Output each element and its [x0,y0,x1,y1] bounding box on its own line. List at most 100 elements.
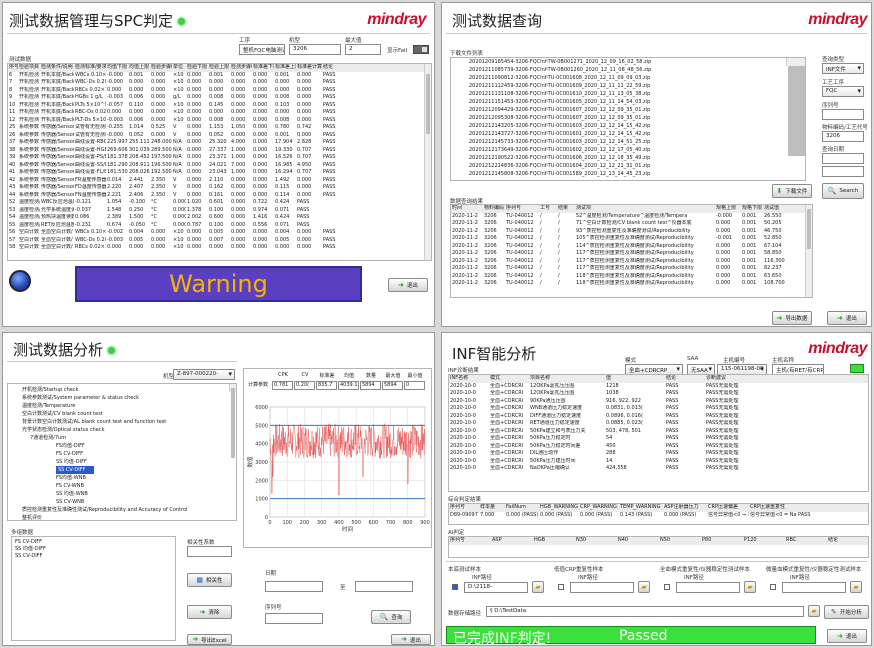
table-row[interactable]: 2020-11-2 3206 TU-040012 / / 118^质控检测重复性及准确度测… [451,280,812,288]
check-path-input[interactable] [782,582,846,593]
tree-item[interactable]: SS CV-WNB [12,498,236,506]
query-type-select[interactable]: INF文件 [822,63,864,74]
file-item[interactable]: 20201212173649-3206-FQCInf-TU-0C001602_2… [451,146,805,154]
multi-data-item[interactable]: FS CV-DIFF [15,539,172,546]
table-row[interactable]: 55温度检测/TempRET反应池温度-0.231 0.674 -0.050 °C 0.… [8,222,431,230]
check-box[interactable] [452,584,458,590]
search-button[interactable]: 🔍 Search [822,183,864,199]
table-row[interactable]: 2020-11-2 3206 TU-040012 / / 117^质控检测重复性及准确度测… [451,265,812,273]
serial-input[interactable] [265,613,323,624]
date-from-input[interactable] [822,153,864,164]
tree-item[interactable]: FS CV-WNB [12,482,236,490]
download-button[interactable]: ⬇ 下载文件 [772,184,812,198]
show-fail-toggle[interactable] [413,45,429,54]
table-row[interactable]: 2020-10-0 全血+CDRCRI 50KPa压力稳定时间差 450 PASS PAS… [449,443,868,451]
browse-folder-button[interactable]: ▰ [808,605,820,617]
table-row[interactable]: 39系统参数传感器/Sensor曲线设置-PS/B/181.378208.452… [8,154,431,162]
path-input[interactable]: § D:\TestData [486,606,804,617]
table-row[interactable]: 2020-11-2 3206 TU-040012 / / 71^空白计数检测/CV bla… [451,220,812,228]
multi-data-item[interactable]: SS CV-DIFF [15,553,172,560]
tree-item[interactable]: 整机评价 [12,514,236,520]
table-row[interactable]: 2020-10-0 全血+CDRCRI RET通道压力稳定速度 0.0885, 0.0… [449,420,868,428]
folder-button[interactable]: ▰ [532,581,544,593]
date-to-input[interactable] [355,581,413,592]
tree-item[interactable]: SS 均值-DIFF [12,458,236,466]
file-item[interactable]: 20201212094429-3206-FQCInf-TU-0C001607_2… [451,106,805,114]
material-input[interactable]: 3206 [822,131,864,142]
table-row[interactable]: 9 开机检测 开机本底/Back HGBs 1 g/L -0.003 0.006 0.000… [8,94,431,102]
table-row[interactable]: 2020-11-2 3206 TU-040012 / / 118^质控检测重复性及准确度测… [451,273,812,281]
station-select[interactable]: FQC [822,86,864,97]
check-box[interactable] [664,584,670,590]
tree-item[interactable]: FS均值-WNB [12,474,236,482]
exit-button[interactable]: ➜ 退出 [391,634,431,645]
table-row[interactable]: 42系统参数传感器/SensorFR温度传感器的0.014 2.441 2.350 V… [8,177,431,185]
table-row[interactable]: 40系统参数传感器/Sensor曲线设置-SS/B/181.290208.911… [8,162,431,170]
table-row[interactable]: 2020-10-0 全血+CDRCRI 50KPa压力稳定时 54 PASS PASS无需… [449,435,868,443]
table-row[interactable]: 2020-11-2 3206 TU-040012 / / 52^温度检测/Temperat… [451,213,812,221]
table-row[interactable]: 37 系统参数 传感器/Sensor 曲线设置-RBC/225.997 255.111 2… [8,139,431,147]
tree-item[interactable]: FS均值-DIFF [12,442,236,450]
exit-button[interactable]: ➜ 退出 [827,311,867,325]
tree-item[interactable]: FS CV-DIFF [12,450,236,458]
table-row[interactable]: 6 开机检测开机本底/BackWBCs 0.10×1-0.000 0.001 0.00… [8,72,431,80]
table-row[interactable]: 56空白计数全血空白计数/WBCs 0.10×1-0.002 0.004 0.000… [8,229,431,237]
start-analysis-button[interactable]: ✎ 开始分析 [824,605,869,619]
table-row[interactable]: 58空白计数全血空白计数/RBCs 0.02×1C0.0000.0000.000… [8,244,431,252]
tree-item[interactable]: 光学状态检测/Optical status check [12,426,236,434]
exit-button[interactable]: ➜ 退出 [827,629,867,643]
max-field[interactable]: 2 [345,44,381,55]
table-row[interactable]: 43系统参数传感器/SensorFD温度传感器的2.220 2.407 2.350 V… [8,184,431,192]
station-field[interactable]: 整机FQC电脑测试 [239,44,285,55]
correlation-button[interactable]: ▦ 相关性 [187,573,232,587]
table-row[interactable]: 38系统参数传感器/Sensor曲线设置-HGB/269.606301.0392… [8,147,431,155]
table-row[interactable]: 2020-11-2 3206 TU-040012 / / 117^质控检测重复性及准确度测… [451,258,812,266]
clear-button[interactable]: ➜ 清除 [187,605,232,619]
table-row[interactable]: 2020-10-0 全血+CDRCRI WNB通道压力稳定速度 0.0831, 0.0… [449,405,868,413]
exit-button[interactable]: ➜ 退出 [388,278,428,292]
tree-item[interactable]: 温度检测/Temperature [12,402,236,410]
export-excel-button[interactable]: ➜ 导出Excel [187,634,232,645]
table-row[interactable]: 2020-10-0 全血+CDRCRI DIL通压动作 288 PASS PASS无需处理 [449,450,868,458]
query-button[interactable]: 🔍 查询 [371,610,411,624]
table-row[interactable]: 2020-11-2 3206 TU-040012 / / 114^质控检测重复性及准确度测… [451,243,812,251]
file-item[interactable]: 20201211090812-3206-FQCInf-TU-0C001608_2… [451,74,805,82]
test-item-tree[interactable]: 开机检测/Startup check 系统参数测试/System paramete… [7,383,237,521]
table-row[interactable]: 2020-10-0 全血+CDRCRI 90KPa通压压围 916, 922, 922… [449,398,868,406]
tree-item[interactable]: 质控检测重复性及准确性测试/Reproducibility and Accura… [12,506,236,514]
tree-item[interactable]: 系统参数测试/System parameter & status check [12,394,236,402]
file-item[interactable]: 20201212095308-3206-FQCInf-TU-0C001607_2… [451,114,805,122]
file-item[interactable]: 20201211151453-3206-FQCInf-TU-0C001605_2… [451,98,805,106]
tree-scrollbar[interactable] [229,384,236,458]
check-path-input[interactable]: D:\2118- [464,582,528,593]
table-row[interactable]: 52温度检测/TempWBC反应池温度-0.121 1.054 -0.100 °C 0.… [8,199,431,207]
date-from-input[interactable] [265,581,323,592]
table-row[interactable]: 53温度检测/Temp光学系统温度读-0.037 1.548 0.250 °C 0.00… [8,207,431,215]
results-scrollbar[interactable] [805,205,812,297]
file-list[interactable]: 20201209185454-3206-FQCInf-TW-0B001271_2… [450,57,806,181]
file-item[interactable]: 20201211112459-3206-FQCInf-TU-0C001609_2… [451,82,805,90]
file-item[interactable]: 20201212190522-3206-FQCInf-TU-0C001606_2… [451,154,805,162]
table-row[interactable]: 7 开机检测 开机本底/Back WBC-Ds 0.20 -0.000 0.000 0.00… [8,79,431,87]
table-row[interactable]: 2020-10-0 全血+CDRCRI 12OKPa毫瓦压压围 1218 PASS PAS… [449,383,868,391]
table-row[interactable]: 25系统参数传感器/Sensor试管有无检测或-0.255 1.014 0.525 V… [8,124,431,132]
tree-item[interactable]: 背景计数空白计数测试/AL blank count test and funct… [12,418,236,426]
file-item[interactable]: 20201211085739-3206-FQCInf-TW-0B001260_2… [451,66,805,74]
folder-button[interactable]: ▰ [638,581,650,593]
file-item[interactable]: 20201212214836-3206-FQCInf-TU-0C001604_2… [451,162,805,170]
multi-data-item[interactable]: SS 均值-DIFF [15,546,172,553]
export-data-button[interactable]: ➜ 导出数据 [772,311,812,325]
table-row[interactable]: 2020-10-0 全血+CDRCRI 50KPa压力建压时间 14 PASS PASS无… [449,458,868,466]
table-row[interactable]: 41 系统参数 传感器/Sensor 曲线设置-FL/B/181.530 208.026… [8,169,431,177]
table-row[interactable]: 57 空白计数 全血空白计数/WBC-Ds 0.20 -0.003 0.005 0.000… [8,237,431,245]
model-field[interactable]: 3206 [289,44,341,55]
file-item[interactable]: 20201212145808-3206-FQCInf-TU-0C001589_2… [451,170,805,178]
file-item[interactable]: 20201212143205-3206-FQCInf-TU-0C001603_2… [451,122,805,130]
file-item[interactable]: 20201209185454-3206-FQCInf-TW-0B001271_2… [451,58,805,66]
table-row[interactable]: 54温度检测/Temp预热块温度读数0.086 2.389 1.500 °C 0.000… [8,214,431,222]
check-box[interactable] [770,584,776,590]
multi-data-list[interactable]: FS CV-DIFF SS 均值-DIFF SS CV-DIFF [11,536,176,641]
model-select[interactable]: Z-897-000220- [173,369,235,380]
date-to-input[interactable] [822,166,864,177]
table-row[interactable]: 44系统参数传感器/SensorFN温度传感器的2.221 2.406 2.350 V… [8,192,431,200]
